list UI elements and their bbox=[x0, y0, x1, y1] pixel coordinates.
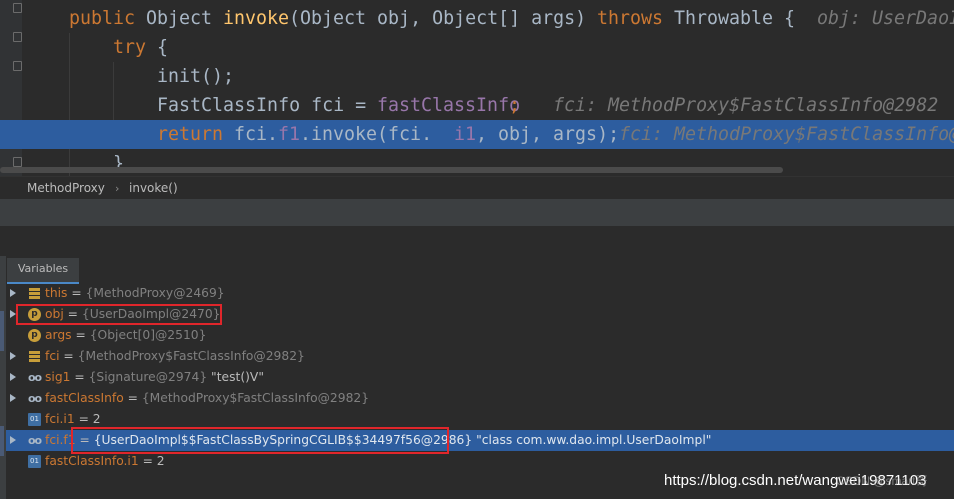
expand-arrow-icon[interactable] bbox=[10, 289, 16, 297]
field-fastclassinfo: fastClassInfo bbox=[377, 95, 521, 116]
indent-guide bbox=[69, 33, 70, 62]
expr-args: , obj, args); bbox=[476, 124, 620, 145]
indent-guide bbox=[113, 62, 114, 91]
watch-icon: oo bbox=[28, 434, 42, 447]
keyword-public: public bbox=[69, 8, 136, 29]
variable-value: {MethodProxy@2469} bbox=[85, 286, 225, 300]
variable-tostring: "test()V" bbox=[207, 370, 264, 384]
type-object: Object bbox=[146, 8, 213, 29]
variable-value: {MethodProxy$FastClassInfo@2982} bbox=[141, 391, 370, 405]
brace: { bbox=[157, 37, 169, 58]
horizontal-scrollbar[interactable] bbox=[0, 167, 783, 173]
expr-invoke: .invoke(fci. bbox=[300, 124, 433, 145]
field-f1: f1 bbox=[278, 124, 301, 145]
variable-value: {Signature@2974} bbox=[88, 370, 208, 384]
variable-name: args bbox=[45, 328, 72, 342]
variable-tostring: "class com.ww.dao.impl.UserDaoImpl" bbox=[472, 433, 712, 447]
variable-row[interactable]: this = {MethodProxy@2469} bbox=[6, 283, 954, 304]
variable-value: 2 bbox=[156, 454, 165, 468]
watch-icon: oo bbox=[28, 392, 42, 405]
variable-value: 2 bbox=[92, 412, 101, 426]
expand-arrow-icon[interactable] bbox=[10, 352, 16, 360]
strip-marker bbox=[0, 311, 4, 351]
inline-debug-hint: fci: MethodProxy$FastClassInfo@ bbox=[619, 124, 954, 145]
breadcrumb-class[interactable]: MethodProxy bbox=[27, 177, 105, 200]
variable-row[interactable]: p args = {Object[0]@2510} bbox=[6, 325, 954, 346]
watermark-author: CSDN @smart哥 bbox=[836, 474, 928, 488]
strip-marker bbox=[0, 426, 4, 456]
indent-guide bbox=[69, 91, 70, 120]
breadcrumb-method[interactable]: invoke() bbox=[129, 177, 178, 200]
keyword-throws: throws bbox=[597, 8, 664, 29]
code-editor[interactable]: public Object invoke (Object obj, Object… bbox=[0, 0, 954, 176]
inline-debug-hint: obj: UserDaoI bbox=[817, 8, 954, 29]
variable-name: fastClassInfo.i1 bbox=[45, 454, 139, 468]
variable-row[interactable]: oo sig1 = {Signature@2974} "test()V" bbox=[6, 367, 954, 388]
expand-arrow-icon[interactable] bbox=[10, 373, 16, 381]
keyword-try: try bbox=[113, 37, 147, 58]
variable-name: fci bbox=[45, 349, 60, 363]
breadcrumb-separator: › bbox=[115, 182, 120, 195]
variable-name: fci.i1 bbox=[45, 412, 75, 426]
debug-toolbar-area bbox=[0, 199, 954, 226]
variable-row[interactable]: 01 fastClassInfo.i1 = 2 bbox=[6, 451, 954, 472]
init-call: init(); bbox=[157, 66, 235, 87]
highlight-box-obj bbox=[16, 304, 222, 325]
panel-divider bbox=[0, 226, 954, 256]
code-line-3[interactable]: init(); bbox=[0, 62, 954, 91]
semicolon: ; bbox=[509, 95, 521, 116]
indent-guide bbox=[69, 62, 70, 91]
expr-fci: fci. bbox=[234, 124, 279, 145]
variable-text: fci = {MethodProxy$FastClassInfo@2982} bbox=[45, 346, 305, 367]
equals-sign: = bbox=[70, 370, 89, 384]
parameter-icon: p bbox=[28, 329, 41, 342]
variable-text: sig1 = {Signature@2974} "test()V" bbox=[45, 367, 264, 388]
equals-sign: = bbox=[138, 454, 157, 468]
variable-value: {MethodProxy$FastClassInfo@2982} bbox=[77, 349, 305, 363]
indent-guide bbox=[113, 91, 114, 120]
inline-debug-hint: fci: MethodProxy$FastClassInfo@2982 bbox=[553, 95, 939, 116]
field-i1: i1 bbox=[454, 124, 477, 145]
equals-sign: = bbox=[67, 286, 86, 300]
tab-variables[interactable]: Variables bbox=[7, 258, 79, 284]
variable-value: {Object[0]@2510} bbox=[89, 328, 207, 342]
equals-sign: = bbox=[123, 391, 142, 405]
keyword-return: return bbox=[157, 124, 224, 145]
variable-text: args = {Object[0]@2510} bbox=[45, 325, 206, 346]
expand-arrow-icon[interactable] bbox=[10, 394, 16, 402]
variable-text: this = {MethodProxy@2469} bbox=[45, 283, 225, 304]
equals-sign: = bbox=[74, 412, 93, 426]
code-line-4[interactable]: FastClassInfo fci = fastClassInfo ; fci:… bbox=[0, 91, 954, 120]
variable-text: fastClassInfo.i1 = 2 bbox=[45, 451, 165, 472]
expand-arrow-icon[interactable] bbox=[10, 436, 16, 444]
field-icon bbox=[28, 287, 41, 300]
primitive-icon: 01 bbox=[28, 455, 41, 468]
field-icon bbox=[28, 350, 41, 363]
variable-name: sig1 bbox=[45, 370, 71, 384]
equals-sign: = bbox=[59, 349, 78, 363]
fci-declaration: FastClassInfo fci = bbox=[157, 95, 367, 116]
variable-name: fastClassInfo bbox=[45, 391, 124, 405]
variable-row[interactable]: fci = {MethodProxy$FastClassInfo@2982} bbox=[6, 346, 954, 367]
code-line-1[interactable]: public Object invoke (Object obj, Object… bbox=[0, 4, 954, 33]
equals-sign: = bbox=[71, 328, 90, 342]
throws-clause: Throwable { bbox=[674, 8, 796, 29]
method-params: (Object obj, Object[] args) bbox=[289, 8, 587, 29]
current-execution-line[interactable]: return fci. f1 .invoke(fci. i1 , obj, ar… bbox=[0, 120, 954, 149]
variable-text: fastClassInfo = {MethodProxy$FastClassIn… bbox=[45, 388, 369, 409]
variable-name: this bbox=[45, 286, 68, 300]
variable-row[interactable]: oo fastClassInfo = {MethodProxy$FastClass… bbox=[6, 388, 954, 409]
primitive-icon: 01 bbox=[28, 413, 41, 426]
watch-icon: oo bbox=[28, 371, 42, 384]
breadcrumb: MethodProxy › invoke() bbox=[0, 176, 954, 200]
highlight-box-f1 bbox=[71, 427, 449, 454]
code-line-2[interactable]: try { bbox=[0, 33, 954, 62]
method-name: invoke bbox=[223, 8, 290, 29]
